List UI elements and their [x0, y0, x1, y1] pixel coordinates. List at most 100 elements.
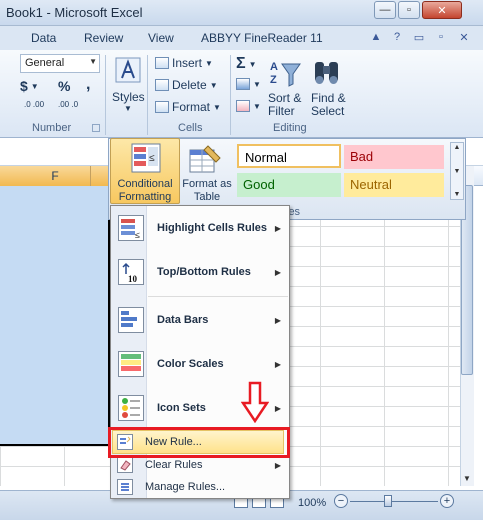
chevron-down-icon: ▼ [253, 101, 261, 111]
highlight-cells-icon: ≤ [118, 215, 144, 241]
format-label: Format [172, 100, 211, 114]
sigma-icon: Σ [236, 55, 246, 72]
svg-text:≤: ≤ [135, 230, 140, 240]
column-header-f[interactable]: F [20, 169, 90, 183]
chevron-right-icon: ▶ [274, 403, 281, 413]
svg-text:≤: ≤ [149, 153, 155, 164]
fill-down-icon [236, 78, 250, 90]
clear-button[interactable]: ▼ [236, 100, 261, 112]
autosum-button[interactable]: Σ ▼ [236, 55, 257, 73]
chevron-right-icon: ▶ [274, 267, 281, 277]
percent-button[interactable]: % [58, 78, 70, 94]
cell-style-neutral[interactable]: Neutral [344, 173, 444, 197]
styles-button[interactable]: Styles [112, 90, 145, 104]
scroll-down-arrow-icon[interactable]: ▼ [460, 474, 474, 488]
down-arrow-icon [241, 381, 269, 423]
tab-view[interactable]: View [148, 31, 174, 45]
group-label-editing: Editing [273, 122, 307, 134]
group-divider [147, 55, 148, 135]
menu-item-clear-rules[interactable]: Clear Rules ▶ [111, 455, 289, 475]
styles-icon[interactable] [114, 56, 142, 84]
decrease-decimal-button[interactable]: .00 .0 [58, 100, 80, 109]
close-button[interactable]: ✕ [422, 1, 462, 19]
delete-button[interactable]: Delete ▼ [155, 78, 218, 92]
tab-data[interactable]: Data [31, 31, 56, 45]
chevron-down-icon: ▼ [124, 104, 132, 113]
chevron-down-icon: ▼ [30, 81, 39, 91]
chevron-down-icon: ▼ [213, 102, 221, 112]
sort-filter-icon[interactable]: A Z [268, 56, 302, 90]
comma-button[interactable]: , [86, 76, 90, 94]
number-format-dropdown[interactable]: General ▼ [20, 54, 100, 73]
zoom-slider-thumb[interactable] [384, 495, 392, 507]
svg-text:Z: Z [270, 74, 277, 86]
delete-label: Delete [172, 78, 207, 92]
chevron-down-icon: ▼ [205, 58, 213, 68]
chevron-right-icon: ▶ [274, 223, 281, 233]
chevron-right-icon: ▶ [274, 359, 281, 369]
menu-item-label: Top/Bottom Rules [157, 266, 251, 278]
delete-cells-icon [155, 79, 169, 91]
top-bottom-rules-icon: 10 [118, 259, 144, 285]
eraser-icon [117, 457, 133, 473]
menu-item-data-bars[interactable]: Data Bars ▶ [111, 298, 289, 342]
chevron-down-icon: ▼ [209, 80, 218, 90]
number-format-value: General [25, 57, 65, 69]
zoom-slider-track[interactable] [350, 501, 438, 502]
format-button[interactable]: Format ▼ [155, 100, 221, 114]
help-icon[interactable]: ? [389, 29, 405, 45]
tab-abbyy[interactable]: ABBYY FineReader 11 [201, 31, 323, 45]
insert-button[interactable]: Insert ▼ [155, 56, 213, 70]
conditional-formatting-label: Conditional Formatting [117, 178, 173, 203]
chevron-down-icon: ▼ [248, 59, 257, 69]
svg-text:10: 10 [128, 274, 138, 284]
restore-window-icon[interactable]: ▫ [433, 29, 449, 45]
group-divider [230, 55, 231, 135]
increase-decimal-button[interactable]: .0 .00 [24, 100, 46, 109]
window-title: Book1 - Microsoft Excel [6, 5, 143, 20]
find-select-button[interactable]: Find & Select [311, 92, 351, 118]
tab-review[interactable]: Review [84, 31, 123, 45]
menu-item-label: Manage Rules... [145, 481, 226, 493]
menu-item-label: Highlight Cells Rules [157, 222, 268, 234]
minimize-button[interactable]: — [374, 1, 396, 19]
cell-style-good[interactable]: Good [237, 173, 341, 197]
menu-item-color-scales[interactable]: Color Scales ▶ [111, 342, 289, 386]
chevron-down-icon[interactable]: ▼ [454, 168, 461, 175]
format-as-table-button[interactable]: Format as Table [180, 178, 234, 204]
chevron-right-icon: ▶ [274, 315, 281, 325]
maximize-button[interactable]: ▫ [398, 1, 420, 19]
cell-style-normal[interactable]: Normal [237, 144, 341, 168]
menu-item-label: Data Bars [157, 314, 209, 326]
format-cells-icon [155, 101, 169, 113]
menu-item-label: Icon Sets [157, 402, 206, 414]
conditional-formatting-icon: ≤ [131, 143, 161, 173]
chevron-up-icon[interactable]: ▲ [454, 144, 461, 151]
menu-item-label: Color Scales [157, 358, 224, 370]
more-icon[interactable]: ▼ [454, 191, 461, 198]
restore-workbook-icon[interactable]: ▭ [411, 29, 427, 45]
menu-item-manage-rules[interactable]: Manage Rules... [111, 477, 289, 497]
zoom-level[interactable]: 100% [298, 497, 326, 509]
menu-item-top-bottom-rules[interactable]: 10 Top/Bottom Rules ▶ [111, 250, 289, 294]
selection-border [0, 444, 110, 446]
currency-button[interactable]: $ ▼ [20, 78, 39, 94]
chevron-down-icon: ▼ [89, 57, 97, 66]
binoculars-icon[interactable] [312, 56, 342, 90]
sort-filter-button[interactable]: Sort & Filter [268, 92, 308, 118]
zoom-in-button[interactable]: + [440, 494, 454, 508]
cell-style-bad[interactable]: Bad [344, 145, 444, 169]
menu-item-highlight-cells-rules[interactable]: ≤ Highlight Cells Rules ▶ [111, 206, 289, 250]
format-as-table-icon[interactable] [188, 142, 224, 176]
fill-button[interactable]: ▼ [236, 78, 261, 90]
manage-rules-icon [117, 479, 133, 495]
menu-item-label: Clear Rules [145, 459, 203, 471]
zoom-out-button[interactable]: − [334, 494, 348, 508]
selected-range[interactable] [0, 186, 110, 444]
gallery-scroll[interactable]: ▲ ▼ ▼ [450, 142, 464, 200]
insert-cells-icon [155, 57, 169, 69]
dialog-launcher-icon[interactable] [92, 124, 100, 132]
close-workbook-icon[interactable]: ✕ [456, 29, 472, 45]
chevron-right-icon: ▶ [274, 460, 281, 470]
minimize-ribbon-icon[interactable]: ▲ [368, 29, 384, 45]
